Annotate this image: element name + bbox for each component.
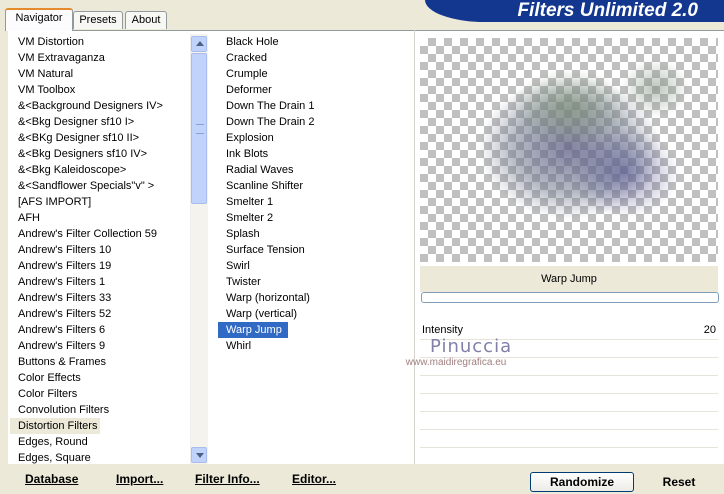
parameter-row[interactable] xyxy=(420,412,718,430)
category-item[interactable]: VM Extravaganza xyxy=(10,50,190,66)
watermark-name: Pinuccia xyxy=(430,336,513,357)
bottom-toolbar: Database Import... Filter Info... Editor… xyxy=(8,464,724,494)
import-button[interactable]: Import... xyxy=(116,472,163,486)
filter-item[interactable]: Splash xyxy=(218,226,414,242)
filter-item[interactable]: Down The Drain 2 xyxy=(218,114,414,130)
parameter-value: 20 xyxy=(703,324,716,336)
parameter-row[interactable] xyxy=(420,394,718,412)
scroll-down-button[interactable] xyxy=(191,447,207,463)
parameter-row[interactable] xyxy=(420,430,718,448)
filter-item[interactable]: Warp (vertical) xyxy=(218,306,414,322)
filter-item[interactable]: Cracked xyxy=(218,50,414,66)
tab-navigator[interactable]: Navigator xyxy=(5,8,73,31)
tab-presets[interactable]: Presets xyxy=(73,11,123,29)
category-item[interactable]: Andrew's Filters 33 xyxy=(10,290,190,306)
category-item[interactable]: AFH xyxy=(10,210,190,226)
category-list[interactable]: VM Distortion VM Extravaganza VM Natural VM… xyxy=(10,34,190,466)
chevron-down-icon xyxy=(196,453,204,458)
grip-icon xyxy=(196,124,204,134)
filter-info-button[interactable]: Filter Info... xyxy=(195,472,260,486)
filter-item[interactable]: Crumple xyxy=(218,66,414,82)
filter-item[interactable]: Whirl xyxy=(218,338,414,354)
category-item[interactable]: Andrew's Filters 1 xyxy=(10,274,190,290)
category-item[interactable]: Distortion Filters xyxy=(10,418,100,434)
category-scrollbar[interactable] xyxy=(190,34,208,466)
filter-item[interactable]: Warp Jump xyxy=(218,322,288,338)
category-item[interactable]: Andrew's Filters 9 xyxy=(10,338,190,354)
preview-image xyxy=(420,38,718,262)
panel-divider xyxy=(414,30,415,464)
category-item[interactable]: [AFS IMPORT] xyxy=(10,194,190,210)
category-item[interactable]: &<BKg Designer sf10 II> xyxy=(10,130,190,146)
category-item[interactable]: &<Background Designers IV> xyxy=(10,98,190,114)
category-item[interactable]: VM Distortion xyxy=(10,34,190,50)
scroll-up-button[interactable] xyxy=(191,36,207,52)
category-item[interactable]: Andrew's Filters 6 xyxy=(10,322,190,338)
filter-item[interactable]: Warp (horizontal) xyxy=(218,290,414,306)
parameter-row[interactable] xyxy=(420,376,718,394)
category-item[interactable]: Andrew's Filters 10 xyxy=(10,242,190,258)
watermark: Pinuccia www.maidiregrafica.eu xyxy=(400,336,512,368)
category-item[interactable]: &<Bkg Designers sf10 IV> xyxy=(10,146,190,162)
category-item[interactable]: &<Bkg Designer sf10 I> xyxy=(10,114,190,130)
database-button[interactable]: Database xyxy=(25,472,78,486)
filter-item[interactable]: Deformer xyxy=(218,82,414,98)
category-item[interactable]: Color Effects xyxy=(10,370,190,386)
filter-item[interactable]: Ink Blots xyxy=(218,146,414,162)
category-item[interactable]: Andrew's Filters 52 xyxy=(10,306,190,322)
category-item[interactable]: VM Natural xyxy=(10,66,190,82)
reset-button[interactable]: Reset xyxy=(654,472,704,492)
category-item[interactable]: Convolution Filters xyxy=(10,402,190,418)
category-item[interactable]: Color Filters xyxy=(10,386,190,402)
filter-item[interactable]: Explosion xyxy=(218,130,414,146)
randomize-button[interactable]: Randomize xyxy=(530,472,634,492)
filter-item[interactable]: Smelter 1 xyxy=(218,194,414,210)
app-title: Filters Unlimited 2.0 xyxy=(517,0,698,21)
filter-item[interactable]: Swirl xyxy=(218,258,414,274)
title-banner: Filters Unlimited 2.0 xyxy=(425,0,724,22)
preview-filter-name: Warp Jump xyxy=(420,266,718,292)
filter-item[interactable]: Radial Waves xyxy=(218,162,414,178)
progress-bar xyxy=(421,292,719,303)
category-item[interactable]: &<Sandflower Specials"v" > xyxy=(10,178,190,194)
filter-item[interactable]: Scanline Shifter xyxy=(218,178,414,194)
chevron-up-icon xyxy=(196,41,204,46)
filter-item[interactable]: Twister xyxy=(218,274,414,290)
category-item[interactable]: VM Toolbox xyxy=(10,82,190,98)
editor-button[interactable]: Editor... xyxy=(292,472,336,486)
filter-item[interactable]: Surface Tension xyxy=(218,242,414,258)
parameter-label: Intensity xyxy=(422,324,463,336)
filter-item[interactable]: Down The Drain 1 xyxy=(218,98,414,114)
category-item[interactable]: Andrew's Filter Collection 59 xyxy=(10,226,190,242)
tab-about[interactable]: About xyxy=(125,11,167,29)
category-item[interactable]: Andrew's Filters 19 xyxy=(10,258,190,274)
filter-item[interactable]: Black Hole xyxy=(218,34,414,50)
watermark-url: www.maidiregrafica.eu xyxy=(405,357,507,368)
category-item[interactable]: &<Bkg Kaleidoscope> xyxy=(10,162,190,178)
filter-list[interactable]: Black Hole Cracked Crumple Deformer Down The… xyxy=(218,34,414,466)
scroll-thumb[interactable] xyxy=(191,53,207,204)
category-item[interactable]: Edges, Round xyxy=(10,434,190,450)
filter-item[interactable]: Smelter 2 xyxy=(218,210,414,226)
category-item[interactable]: Buttons & Frames xyxy=(10,354,190,370)
